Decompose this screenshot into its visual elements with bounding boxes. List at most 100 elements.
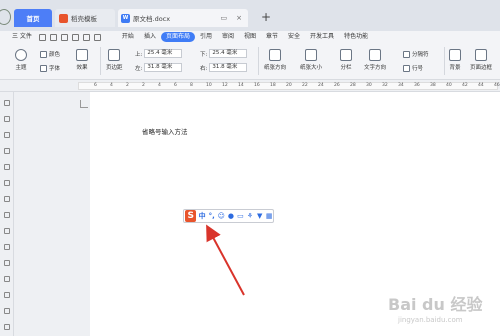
emoji-icon[interactable]: ☺ xyxy=(218,212,226,220)
page-corner-marker xyxy=(80,100,88,108)
tab-document-label: 原文档.docx xyxy=(133,15,171,23)
right-margin-input[interactable]: 31.8 毫米 xyxy=(209,63,248,72)
tab-home[interactable]: 首页 xyxy=(14,9,52,27)
page-border-button[interactable]: 页面边框 xyxy=(470,49,492,71)
orientation-icon xyxy=(269,49,281,61)
ribbon-divider xyxy=(100,47,101,75)
sogou-logo-icon[interactable]: S xyxy=(185,210,197,222)
menu-grid-icon[interactable]: ▦ xyxy=(265,212,273,220)
template-logo-icon xyxy=(59,13,68,23)
left-margin-input[interactable]: 31.8 毫米 xyxy=(144,63,183,72)
skin-icon[interactable]: ▼ xyxy=(256,212,264,220)
ruler-number: 20 xyxy=(286,83,292,88)
file-menu[interactable]: 三 文件 xyxy=(0,32,37,42)
preview-icon[interactable] xyxy=(71,33,79,41)
page-border-label: 页面边框 xyxy=(470,65,493,71)
vertical-ruler-mark xyxy=(4,212,10,218)
left-margin-label: 左: xyxy=(135,65,143,72)
line-number-label: 行号 xyxy=(412,66,424,72)
tab-restore-icon[interactable]: ▭ xyxy=(221,14,228,22)
voice-icon[interactable]: ● xyxy=(227,212,235,220)
background-button[interactable]: 背景 xyxy=(449,49,461,71)
ruler-number: 36 xyxy=(414,83,420,88)
line-number-button[interactable]: 行号 xyxy=(403,64,423,72)
ruler-number: 2 xyxy=(126,83,129,88)
ruler-number: 34 xyxy=(398,83,404,88)
ribbon-divider xyxy=(258,47,259,75)
ruler-number: 42 xyxy=(462,83,468,88)
redo-icon[interactable] xyxy=(93,33,101,41)
baidu-watermark: Bai du 经验 xyxy=(388,295,483,314)
menu-item-start[interactable]: 开始 xyxy=(117,32,139,42)
color-button[interactable]: 颜色 xyxy=(40,50,60,58)
ime-mode-chinese[interactable]: 中 xyxy=(198,212,206,220)
bottom-margin-label: 下: xyxy=(200,51,208,58)
tab-bar: 首页 稻壳模板 W 原文档.docx ▭ × + xyxy=(0,0,500,31)
vertical-ruler-mark xyxy=(4,180,10,186)
circle-annotation xyxy=(0,9,11,25)
page-size-label: 纸张大小 xyxy=(300,65,323,71)
menu-item-review[interactable]: 审阅 xyxy=(217,32,239,42)
vertical-ruler-mark xyxy=(4,164,10,170)
ruler-number: 2 xyxy=(142,83,145,88)
columns-button[interactable]: 分栏 xyxy=(340,49,352,71)
effect-label: 效果 xyxy=(76,65,88,71)
punctuation-icon[interactable]: °, xyxy=(208,212,216,220)
menu-item-chapter[interactable]: 章节 xyxy=(261,32,283,42)
bottom-margin-input[interactable]: 25.4 毫米 xyxy=(209,49,248,58)
ruler-number: 4 xyxy=(158,83,161,88)
ruler-number: 26 xyxy=(334,83,340,88)
text-direction-icon xyxy=(369,49,381,61)
open-folder-icon[interactable] xyxy=(38,33,46,41)
top-margin-label: 上: xyxy=(135,51,143,58)
theme-button[interactable]: 主题 xyxy=(15,49,27,71)
ime-toolbar[interactable]: S 中 °, ☺ ● ▭ ⚘ ▼ ▦ xyxy=(183,209,274,223)
left-margin-field: 左: 31.8 毫米 xyxy=(135,63,183,72)
vertical-ruler-mark xyxy=(4,276,10,282)
separator-button[interactable]: 分隔符 xyxy=(403,50,429,58)
text-direction-label: 文字方向 xyxy=(364,65,387,71)
theme-label: 主题 xyxy=(15,65,27,71)
menu-item-security[interactable]: 安全 xyxy=(283,32,305,42)
vertical-ruler-mark xyxy=(4,308,10,314)
bottom-margin-field: 下: 25.4 毫米 xyxy=(200,49,248,58)
tab-template[interactable]: 稻壳模板 xyxy=(55,9,115,27)
margin-label: 页边距 xyxy=(106,65,123,71)
tab-document[interactable]: W 原文档.docx ▭ × xyxy=(118,9,248,27)
menu-item-features[interactable]: 特色功能 xyxy=(339,32,373,42)
text-direction-button[interactable]: 文字方向 xyxy=(364,49,386,71)
new-tab-button[interactable]: + xyxy=(259,10,273,24)
tools-icon[interactable]: ⚘ xyxy=(246,212,254,220)
background-label: 背景 xyxy=(449,65,461,71)
ruler-number: 46 xyxy=(494,83,500,88)
margin-button[interactable]: 页边距 xyxy=(106,49,123,71)
writer-logo-icon: W xyxy=(121,13,130,23)
undo-icon[interactable] xyxy=(82,33,90,41)
ruler-number: 16 xyxy=(254,83,260,88)
orientation-label: 纸张方向 xyxy=(264,65,287,71)
ruler-number: 12 xyxy=(222,83,228,88)
color-label: 颜色 xyxy=(49,52,61,58)
menu-item-reference[interactable]: 引用 xyxy=(195,32,217,42)
columns-label: 分栏 xyxy=(340,65,352,71)
print-icon[interactable] xyxy=(60,33,68,41)
ruler-number: 4 xyxy=(110,83,113,88)
effect-icon xyxy=(76,49,88,61)
ruler-number: 6 xyxy=(94,83,97,88)
menu-item-page-layout[interactable]: 页面布局 xyxy=(160,32,195,42)
menu-item-view[interactable]: 视图 xyxy=(239,32,261,42)
menu-item-insert[interactable]: 插入 xyxy=(139,32,161,42)
document-text[interactable]: 省略号输入方法 xyxy=(142,126,188,136)
vertical-ruler-mark xyxy=(4,148,10,154)
tab-close-icon[interactable]: × xyxy=(236,14,242,22)
font-button[interactable]: 字体 xyxy=(40,64,60,72)
menu-item-developer[interactable]: 开发工具 xyxy=(305,32,339,42)
orientation-button[interactable]: 纸张方向 xyxy=(264,49,286,71)
top-margin-input[interactable]: 25.4 毫米 xyxy=(144,49,183,58)
keyboard-icon[interactable]: ▭ xyxy=(237,212,245,220)
ruler-number: 22 xyxy=(302,83,308,88)
save-icon[interactable] xyxy=(49,33,57,41)
page-size-button[interactable]: 纸张大小 xyxy=(300,49,322,71)
effect-button[interactable]: 效果 xyxy=(76,49,88,71)
vertical-ruler-mark xyxy=(4,132,10,138)
